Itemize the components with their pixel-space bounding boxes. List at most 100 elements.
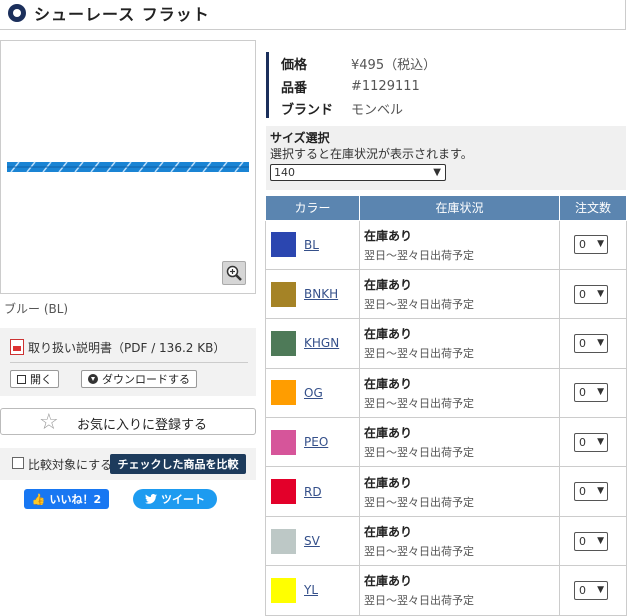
bullet-icon: [8, 4, 26, 22]
zoom-in-icon: [226, 265, 242, 281]
shipping-note: 翌日〜翌々日出荷予定: [364, 545, 474, 559]
shoelace-image: [7, 161, 249, 173]
stock-status: 在庫あり: [364, 376, 413, 391]
quantity-select[interactable]: 0 ▼: [574, 333, 608, 353]
quantity-select[interactable]: 0 ▼: [574, 580, 608, 600]
color-cell: RD: [265, 466, 360, 517]
thumbs-up-icon: 👍: [31, 492, 46, 506]
color-cell: BNKH: [265, 268, 360, 320]
stock-cell: 在庫あり翌日〜翌々日出荷予定: [359, 318, 560, 369]
color-code-link[interactable]: PEO: [304, 435, 328, 449]
color-cell: OG: [265, 367, 360, 419]
header-stock: 在庫状況: [359, 196, 560, 221]
brand-row: ブランド モンベル: [281, 98, 403, 118]
like-label: いいね！2: [49, 493, 102, 506]
product-info: 価格 ¥495（税込） 品番 #1129111 ブランド モンベル: [266, 52, 626, 118]
quantity-select[interactable]: 0 ▼: [574, 235, 608, 255]
color-swatch[interactable]: [271, 281, 296, 307]
chevron-down-icon: ▼: [597, 584, 604, 595]
stock-status: 在庫あり: [364, 278, 413, 293]
color-code-link[interactable]: YL: [304, 583, 318, 597]
star-icon: ☆: [39, 410, 59, 435]
open-manual-button[interactable]: 開く: [10, 370, 59, 388]
qty-cell: 0 ▼: [559, 318, 627, 369]
twitter-bird-icon: [145, 494, 157, 504]
shipping-note: 翌日〜翌々日出荷予定: [364, 347, 474, 361]
color-code-link[interactable]: KHGN: [304, 336, 339, 350]
color-swatch[interactable]: [271, 429, 296, 455]
color-cell: KHGN: [265, 318, 360, 369]
qty-cell: 0 ▼: [559, 515, 627, 567]
image-caption: ブルー (BL): [4, 302, 69, 316]
add-favorite-button[interactable]: ☆ お気に入りに登録する: [0, 408, 256, 435]
quantity-value: 0: [579, 336, 586, 350]
chevron-down-icon: ▼: [597, 387, 604, 398]
price-label: 価格: [281, 57, 308, 73]
stock-cell: 在庫あり翌日〜翌々日出荷予定: [359, 268, 560, 320]
color-code-link[interactable]: BNKH: [304, 287, 338, 301]
color-swatch[interactable]: [271, 577, 296, 603]
color-swatch[interactable]: [271, 232, 296, 258]
download-icon: [88, 374, 98, 384]
brand-label: ブランド: [281, 102, 334, 118]
tweet-button[interactable]: ツイート: [133, 489, 217, 509]
quantity-value: 0: [579, 386, 586, 400]
quantity-value: 0: [579, 485, 586, 499]
stock-table: カラー 在庫状況 注文数 BL 在庫あり 翌日〜翌々日出荷予定 0 ▼ BNKH 在庫あり翌…: [265, 196, 627, 616]
color-code-link[interactable]: BL: [304, 238, 319, 252]
color-code-link[interactable]: OG: [304, 386, 323, 400]
quantity-select[interactable]: 0 ▼: [574, 482, 608, 502]
size-select[interactable]: 140 ▼: [270, 164, 446, 181]
sku-row: 品番 #1129111: [281, 76, 420, 96]
qty-cell: 0 ▼: [559, 367, 627, 419]
stock-cell: 在庫あり 翌日〜翌々日出荷予定: [359, 219, 560, 270]
stock-cell: 在庫あり 翌日〜翌々日出荷予定: [359, 466, 560, 517]
size-title: サイズ選択: [270, 131, 330, 145]
shipping-note: 翌日〜翌々日出荷予定: [364, 495, 474, 509]
size-selected-value: 140: [274, 166, 295, 179]
product-image[interactable]: [0, 40, 256, 294]
download-manual-button[interactable]: ダウンロードする: [81, 370, 197, 388]
table-row: YL 在庫あり 翌日〜翌々日出荷予定 0 ▼: [265, 565, 627, 616]
compare-checkbox-label[interactable]: 比較対象にする: [28, 456, 112, 473]
color-swatch[interactable]: [271, 528, 296, 554]
qty-cell: 0 ▼: [559, 417, 627, 468]
shipping-note: 翌日〜翌々日出荷予定: [364, 396, 474, 410]
shipping-note: 翌日〜翌々日出荷予定: [364, 298, 474, 312]
chevron-down-icon: ▼: [597, 239, 604, 250]
table-row: OG 在庫あり 翌日〜翌々日出荷予定 0 ▼: [265, 367, 627, 419]
size-description: 選択すると在庫状況が表示されます。: [270, 147, 473, 161]
quantity-select[interactable]: 0 ▼: [574, 284, 608, 304]
stock-status: 在庫あり: [364, 228, 413, 243]
compare-checkbox[interactable]: [12, 457, 24, 469]
download-manual-label: ダウンロードする: [102, 373, 190, 386]
facebook-like-button[interactable]: 👍 いいね！2: [24, 489, 109, 509]
add-favorite-label: お気に入りに登録する: [77, 418, 208, 433]
color-swatch[interactable]: [271, 330, 296, 356]
stock-status: 在庫あり: [364, 327, 413, 342]
stock-cell: 在庫あり 翌日〜翌々日出荷予定: [359, 417, 560, 468]
color-cell: YL: [265, 565, 360, 616]
compare-section: 比較対象にする チェックした商品を比較: [0, 448, 256, 480]
manual-row: 取り扱い説明書（PDF / 136.2 KB）: [10, 338, 225, 356]
qty-cell: 0 ▼: [559, 565, 627, 616]
qty-cell: 0 ▼: [559, 268, 627, 320]
page-title: シューレース フラット: [34, 5, 210, 24]
compare-button[interactable]: チェックした商品を比較: [110, 454, 246, 474]
qty-cell: 0 ▼: [559, 466, 627, 517]
quantity-value: 0: [579, 287, 586, 301]
chevron-down-icon: ▼: [597, 288, 604, 299]
quantity-select[interactable]: 0 ▼: [574, 383, 608, 403]
quantity-select[interactable]: 0 ▼: [574, 432, 608, 452]
color-cell: BL: [265, 219, 360, 270]
zoom-button[interactable]: [222, 261, 246, 285]
open-window-icon: [17, 374, 26, 384]
price-row: 価格 ¥495（税込）: [281, 53, 436, 73]
quantity-select[interactable]: 0 ▼: [574, 531, 608, 551]
tweet-label: ツイート: [161, 493, 205, 506]
color-code-link[interactable]: RD: [304, 485, 322, 499]
divider: [10, 362, 248, 363]
color-code-link[interactable]: SV: [304, 534, 320, 548]
color-swatch[interactable]: [271, 479, 296, 505]
color-swatch[interactable]: [271, 380, 296, 406]
